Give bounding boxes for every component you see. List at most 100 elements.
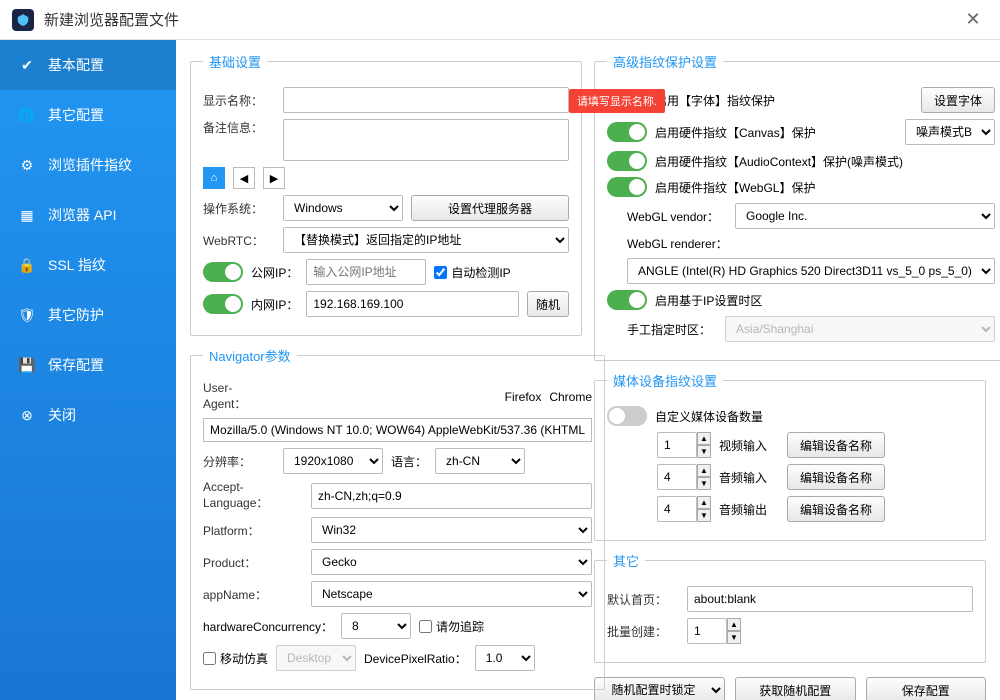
audio-out-label: 音频输出 — [719, 501, 779, 518]
window-title: 新建浏览器配置文件 — [44, 9, 958, 30]
audio-label: 启用硬件指纹【AudioContext】保护(噪声模式) — [655, 153, 903, 170]
close-icon: ⊗ — [18, 406, 36, 424]
webgl-vendor-label: WebGL vendor： — [627, 208, 727, 225]
homepage-label: 默认首页： — [607, 591, 679, 608]
platform-select[interactable]: Win32 — [311, 517, 592, 543]
sidebar-item-basic[interactable]: ✔基本配置 — [0, 40, 176, 90]
dnt-checkbox[interactable]: 请勿追踪 — [419, 618, 484, 635]
fp-legend: 高级指纹保护设置 — [607, 52, 723, 71]
app-logo — [12, 9, 34, 31]
webgl-label: 启用硬件指纹【WebGL】保护 — [655, 179, 815, 196]
platform-label: Platform： — [203, 522, 303, 539]
audio-toggle[interactable] — [607, 151, 647, 171]
nav-legend: Navigator参数 — [203, 346, 297, 365]
manual-tz-label: 手工指定时区： — [627, 321, 717, 338]
plugin-icon: ⚙ — [18, 156, 36, 174]
sidebar-item-other[interactable]: 🌐其它配置 — [0, 90, 176, 140]
hwcon-select[interactable]: 8 — [341, 613, 411, 639]
lan-ip-label: 内网IP： — [251, 296, 298, 313]
mobile-select: Desktop — [276, 645, 356, 671]
webgl-renderer-select[interactable]: ANGLE (Intel(R) HD Graphics 520 Direct3D… — [627, 258, 995, 284]
audio-out-stepper[interactable]: ▲▼ — [657, 496, 711, 522]
font-label: 启用【字体】指纹保护 — [655, 92, 913, 109]
mobile-checkbox[interactable]: 移动仿真 — [203, 650, 268, 667]
prev-icon[interactable]: ◀ — [233, 167, 255, 189]
sidebar-item-api[interactable]: ▦浏览器 API — [0, 190, 176, 240]
firefox-link[interactable]: Firefox — [505, 390, 542, 404]
proxy-button[interactable]: 设置代理服务器 — [411, 195, 569, 221]
check-icon: ✔ — [18, 56, 36, 74]
canvas-mode-select[interactable]: 噪声模式B — [905, 119, 995, 145]
basic-legend: 基础设置 — [203, 52, 267, 71]
resolution-select[interactable]: 1920x1080 — [283, 448, 383, 474]
basic-settings-group: 基础设置 显示名称： 请填写显示名称. 备注信息： ⌂ ◀ ▶ — [190, 52, 582, 336]
homepage-input[interactable] — [687, 586, 973, 612]
resolution-label: 分辨率： — [203, 453, 275, 470]
edit-audio-out-button[interactable]: 编辑设备名称 — [787, 496, 885, 522]
dpr-select[interactable]: 1.0 — [475, 645, 535, 671]
batch-stepper[interactable]: ▲▼ — [687, 618, 741, 644]
other-legend: 其它 — [607, 551, 645, 570]
dpr-label: DevicePixelRatio： — [364, 650, 467, 667]
tz-toggle[interactable] — [607, 290, 647, 310]
manual-tz-select: Asia/Shanghai — [725, 316, 995, 342]
display-name-label: 显示名称： — [203, 92, 275, 109]
lan-ip-toggle[interactable] — [203, 294, 243, 314]
save-icon: 💾 — [18, 356, 36, 374]
appname-label: appName： — [203, 586, 303, 603]
ua-value[interactable]: Mozilla/5.0 (Windows NT 10.0; WOW64) App… — [203, 418, 592, 442]
display-name-error: 请填写显示名称. — [569, 89, 665, 113]
sidebar-item-save[interactable]: 💾保存配置 — [0, 340, 176, 390]
media-custom-label: 自定义媒体设备数量 — [655, 408, 763, 425]
shield-icon: 🛡 — [18, 306, 36, 324]
remark-input[interactable] — [283, 119, 569, 161]
close-button[interactable]: ✕ — [958, 5, 988, 35]
public-ip-input[interactable] — [306, 259, 426, 285]
edit-audio-in-button[interactable]: 编辑设备名称 — [787, 464, 885, 490]
os-select[interactable]: Windows — [283, 195, 403, 221]
appname-select[interactable]: Netscape — [311, 581, 592, 607]
lock-icon: 🔒 — [18, 256, 36, 274]
webrtc-select[interactable]: 【替换模式】返回指定的IP地址 — [283, 227, 569, 253]
display-name-input[interactable] — [283, 87, 569, 113]
sidebar: ✔基本配置 🌐其它配置 ⚙浏览插件指纹 ▦浏览器 API 🔒SSL 指纹 🛡其它… — [0, 40, 176, 700]
media-legend: 媒体设备指纹设置 — [607, 371, 723, 390]
media-group: 媒体设备指纹设置 自定义媒体设备数量 ▲▼ 视频输入 编辑设备名称 ▲▼ 音频输… — [594, 371, 986, 541]
edit-video-button[interactable]: 编辑设备名称 — [787, 432, 885, 458]
home-icon[interactable]: ⌂ — [203, 167, 225, 189]
public-ip-toggle[interactable] — [203, 262, 243, 282]
hwcon-label: hardwareConcurrency： — [203, 618, 333, 635]
next-icon[interactable]: ▶ — [263, 167, 285, 189]
lan-ip-input[interactable] — [306, 291, 519, 317]
random-ip-button[interactable]: 随机 — [527, 291, 569, 317]
product-select[interactable]: Gecko — [311, 549, 592, 575]
auto-detect-ip-checkbox[interactable]: 自动检测IP — [434, 264, 510, 281]
batch-label: 批量创建： — [607, 623, 679, 640]
font-button[interactable]: 设置字体 — [921, 87, 995, 113]
sidebar-item-close[interactable]: ⊗关闭 — [0, 390, 176, 440]
audio-in-stepper[interactable]: ▲▼ — [657, 464, 711, 490]
chrome-link[interactable]: Chrome — [549, 390, 592, 404]
webgl-vendor-select[interactable]: Google Inc. — [735, 203, 995, 229]
lang-select[interactable]: zh-CN — [435, 448, 525, 474]
canvas-toggle[interactable] — [607, 122, 647, 142]
get-random-button[interactable]: 获取随机配置 — [735, 677, 856, 700]
webgl-renderer-label: WebGL renderer： — [627, 235, 728, 252]
ua-label: User-Agent： — [203, 381, 275, 412]
sidebar-item-ssl[interactable]: 🔒SSL 指纹 — [0, 240, 176, 290]
video-in-stepper[interactable]: ▲▼ — [657, 432, 711, 458]
titlebar: 新建浏览器配置文件 ✕ — [0, 0, 1000, 40]
sidebar-item-protect[interactable]: 🛡其它防护 — [0, 290, 176, 340]
save-config-button[interactable]: 保存配置 — [866, 677, 987, 700]
webgl-toggle[interactable] — [607, 177, 647, 197]
webrtc-label: WebRTC： — [203, 232, 275, 249]
sidebar-item-plugin[interactable]: ⚙浏览插件指纹 — [0, 140, 176, 190]
media-custom-toggle[interactable] — [607, 406, 647, 426]
navigator-group: Navigator参数 User-Agent： Firefox Chrome M… — [190, 346, 605, 690]
product-label: Product： — [203, 554, 303, 571]
lock-random-select[interactable]: 随机配置时锁定 — [594, 677, 725, 700]
api-icon: ▦ — [18, 206, 36, 224]
globe-icon: 🌐 — [18, 106, 36, 124]
accept-lang-label: Accept-Language： — [203, 480, 303, 511]
accept-lang-input[interactable] — [311, 483, 592, 509]
